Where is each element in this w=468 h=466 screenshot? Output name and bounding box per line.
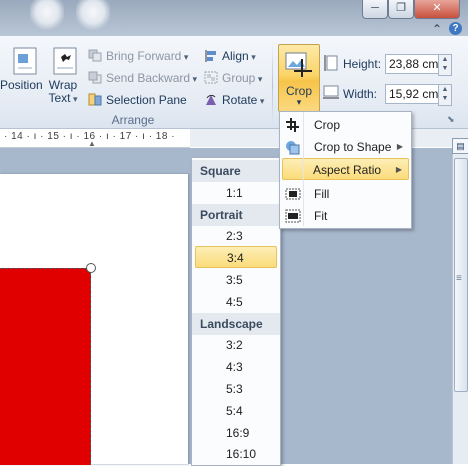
- ribbon-collapse-icon[interactable]: ⌃: [432, 22, 442, 36]
- minimize-button[interactable]: ─: [362, 0, 388, 19]
- group-button[interactable]: Group: [204, 69, 262, 87]
- aspect-ratio-menu: Square 1:1 Portrait 2:3 3:4 3:5 4:5 Land…: [191, 157, 281, 466]
- crop-icon: [285, 52, 312, 77]
- spin-down-icon[interactable]: ▼: [439, 64, 451, 73]
- scroll-grip-icon: ≡: [456, 273, 462, 284]
- crop-button[interactable]: Crop ▾: [278, 44, 320, 112]
- rotate-icon: [206, 94, 216, 105]
- ratio-16-10[interactable]: 16:10: [192, 443, 280, 465]
- menu-item-crop-to-shape[interactable]: Crop to Shape ▶: [282, 136, 409, 158]
- portrait-header: Portrait: [192, 204, 280, 226]
- title-bar: ─ ❐ ✕ ⌃ ?: [0, 0, 468, 36]
- view-ruler-icon[interactable]: ▤: [452, 138, 468, 154]
- submenu-arrow-icon: ▶: [395, 165, 402, 174]
- menu-item-fill-label: Fill: [314, 187, 330, 201]
- send-backward-button[interactable]: Send Backward: [88, 69, 197, 87]
- crop-menu: Crop Crop to Shape ▶ Aspect Ratio ▶ Fill…: [279, 111, 412, 229]
- menu-item-crop-label: Crop: [314, 118, 341, 132]
- selection-pane-button[interactable]: Selection Pane: [88, 91, 187, 109]
- wrap-text-button[interactable]: Wrap Text: [46, 46, 80, 112]
- crop-label: Crop: [285, 84, 312, 98]
- menu-item-fill[interactable]: Fill: [282, 183, 409, 205]
- indent-marker-icon[interactable]: ▲: [88, 139, 96, 148]
- height-icon: [324, 55, 338, 71]
- wrap-text-icon: [53, 47, 77, 75]
- arrange-group-label: Arrange: [111, 113, 155, 127]
- crop-dropdown-arrow-icon: ▾: [296, 97, 302, 107]
- width-spinner[interactable]: ▲ ▼: [438, 84, 452, 106]
- menu-item-fit-label: Fit: [314, 209, 328, 223]
- menu-item-aspect-ratio-label: Aspect Ratio: [313, 163, 382, 177]
- fill-icon: [285, 188, 301, 200]
- ribbon-separator: [272, 44, 273, 126]
- bring-forward-button[interactable]: Bring Forward: [88, 47, 188, 65]
- menu-item-aspect-ratio[interactable]: Aspect Ratio ▶: [282, 158, 409, 180]
- size-dialog-launcher-icon[interactable]: ⬊: [447, 114, 455, 125]
- align-label: Align: [222, 49, 256, 63]
- selected-picture[interactable]: [0, 268, 91, 465]
- square-header: Square: [192, 160, 280, 182]
- menu-gutter: [303, 112, 304, 226]
- position-label: Position: [0, 78, 43, 92]
- height-field[interactable]: 23,88 cm: [385, 54, 440, 74]
- group-icon: [204, 71, 218, 84]
- crop-to-shape-icon: [286, 141, 300, 155]
- ratio-3-4[interactable]: 3:4: [195, 246, 277, 268]
- rotate-label: Rotate: [222, 93, 264, 107]
- ratio-4-5[interactable]: 4:5: [192, 291, 280, 313]
- spin-down-icon[interactable]: ▼: [439, 94, 451, 103]
- selection-pane-icon: [88, 93, 102, 106]
- rotate-button[interactable]: Rotate: [204, 91, 264, 109]
- height-label: Height:: [343, 57, 382, 71]
- spin-up-icon[interactable]: ▲: [439, 55, 451, 64]
- group-label: Group: [222, 71, 262, 85]
- ratio-5-4[interactable]: 5:4: [192, 400, 280, 422]
- landscape-header: Landscape: [192, 313, 280, 335]
- ratio-3-5[interactable]: 3:5: [192, 269, 280, 291]
- quick-access-blur-2: [76, 0, 110, 30]
- height-spinner[interactable]: ▲ ▼: [438, 54, 452, 76]
- width-label: Width:: [343, 87, 378, 101]
- quick-access-blur: [30, 0, 64, 30]
- crop-icon: [286, 118, 299, 132]
- menu-item-crop[interactable]: Crop: [282, 114, 409, 136]
- ratio-4-3[interactable]: 4:3: [192, 356, 280, 378]
- ratio-3-2[interactable]: 3:2: [192, 334, 280, 356]
- position-button[interactable]: Position: [0, 46, 43, 112]
- send-backward-icon: [88, 71, 102, 84]
- submenu-arrow-icon: ▶: [396, 142, 403, 151]
- restore-button[interactable]: ❐: [388, 0, 414, 19]
- help-icon[interactable]: ?: [449, 22, 462, 35]
- bring-forward-icon: [88, 49, 102, 62]
- resize-handle[interactable]: [86, 263, 96, 273]
- selection-pane-label: Selection Pane: [106, 93, 187, 107]
- wrap-text-label-2: Text: [46, 92, 80, 106]
- align-icon: [205, 50, 216, 62]
- send-backward-label: Send Backward: [106, 71, 197, 85]
- bring-forward-label: Bring Forward: [106, 49, 188, 63]
- width-icon: [323, 85, 339, 99]
- menu-item-fit[interactable]: Fit: [282, 205, 409, 227]
- spin-up-icon[interactable]: ▲: [439, 85, 451, 94]
- menu-item-crop-to-shape-label: Crop to Shape: [314, 140, 392, 154]
- position-icon: [13, 47, 37, 75]
- ratio-16-9[interactable]: 16:9: [192, 422, 280, 444]
- close-button[interactable]: ✕: [414, 0, 460, 19]
- ratio-1-1[interactable]: 1:1: [192, 182, 280, 204]
- align-button[interactable]: Align: [204, 47, 256, 65]
- fit-icon: [285, 209, 301, 223]
- ratio-2-3[interactable]: 2:3: [192, 225, 280, 247]
- ratio-5-3[interactable]: 5:3: [192, 378, 280, 400]
- width-field[interactable]: 15,92 cm: [385, 84, 440, 104]
